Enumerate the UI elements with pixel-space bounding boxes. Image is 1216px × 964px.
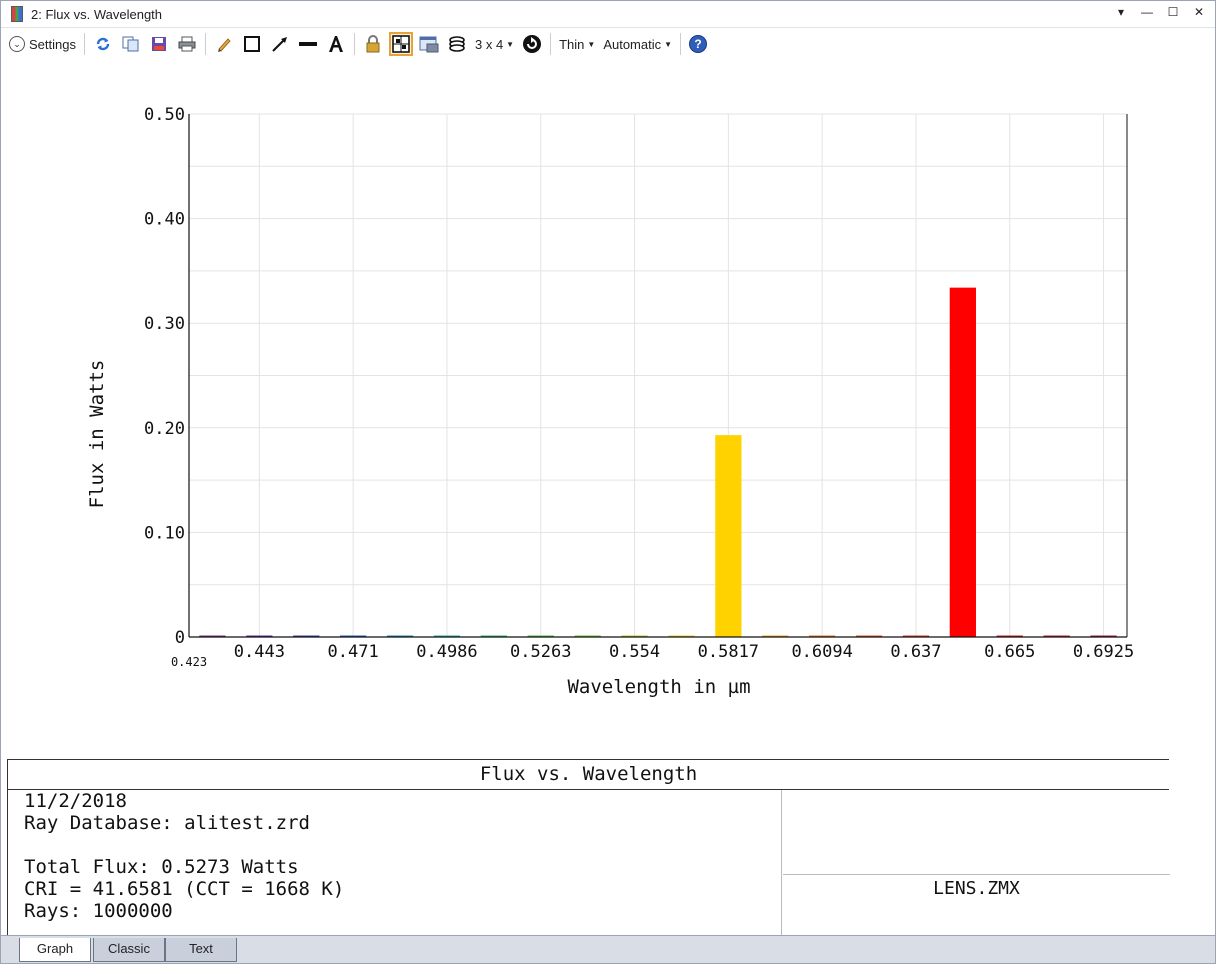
tab-text[interactable]: Text [165,938,237,962]
y-tick-labels: 0 0.10 0.20 0.30 0.40 0.50 [144,105,185,648]
info-right-blank [783,790,1170,875]
layout-dropdown[interactable]: 3 x 4 ▼ [471,32,518,56]
draw-line-button[interactable] [294,32,322,56]
info-panel: Flux vs. Wavelength 11/2/2018 Ray Databa… [7,759,1170,936]
x-tick-labels: 0.443 0.471 0.4986 0.5263 0.554 0.5817 0.6094 0… [171,642,1134,669]
draw-arrow-button[interactable] [266,32,294,56]
caret-down-icon: ▼ [587,39,596,49]
draw-text-button[interactable] [322,32,350,56]
x-tick-label: 0.554 [609,642,660,662]
maximize-icon[interactable]: ☐ [1165,5,1181,19]
y-tick-label: 0.30 [144,314,185,334]
info-details: 11/2/2018 Ray Database: alitest.zrd Tota… [8,790,782,936]
window-button[interactable] [415,32,443,56]
layers-icon [447,34,467,54]
rectangle-icon [242,34,262,54]
toolbar: ⌄ Settings 3 x 4 ▼ Thin ▼ Automatic ▼ ? [1,29,1215,59]
x-tick-label: 0.443 [234,642,285,662]
window-title: 2: Flux vs. Wavelength [31,6,163,22]
x-tick-label: 0.637 [890,642,941,662]
toolbar-divider [550,33,552,55]
settings-label: Settings [29,36,76,52]
x-tick-label: 0.6925 [1073,642,1134,662]
print-icon [177,34,197,54]
toolbar-divider [83,33,85,55]
grid-layout-button[interactable] [387,32,415,56]
refresh-icon [93,34,113,54]
title-bar: 2: Flux vs. Wavelength ▾ — ☐ ✕ [1,1,1215,28]
x-tick-label: 0.6094 [791,642,852,662]
x-tick-label: 0.665 [984,642,1035,662]
info-title: Flux vs. Wavelength [8,760,1169,790]
y-tick-label: 0.20 [144,419,185,439]
line-thickness-label: Thin [559,36,585,52]
caret-down-icon: ▼ [664,39,673,49]
y-axis-label: Flux in Watts [86,360,108,509]
scale-dropdown[interactable]: Automatic ▼ [599,32,676,56]
layout-label: 3 x 4 [474,36,504,52]
toolbar-divider [680,33,682,55]
window-icon [419,34,439,54]
window-controls: ▾ — ☐ ✕ [1113,5,1207,19]
x-start-label: 0.423 [171,655,207,669]
x-axis-label: Wavelength in µm [567,676,750,698]
chart-grid [189,113,1127,638]
pencil-icon [214,34,234,54]
rotate-icon [522,34,542,54]
scale-label: Automatic [603,36,662,52]
line-thickness-dropdown[interactable]: Thin ▼ [555,32,599,56]
x-tick-label: 0.4986 [416,642,477,662]
app-icon [11,6,23,22]
tab-graph[interactable]: Graph [19,938,91,962]
lock-button[interactable] [359,32,387,56]
y-tick-label: 0 [175,628,185,648]
save-icon [149,34,169,54]
info-date: 11/2/2018 [24,790,127,812]
chart-area: 0 0.10 0.20 0.30 0.40 0.50 0.443 0.471 0.4986 0.… [1,59,1215,759]
settings-button[interactable]: ⌄ Settings [5,32,80,56]
caret-down-icon: ▼ [506,39,515,49]
y-tick-label: 0.40 [144,210,185,230]
draw-rectangle-button[interactable] [238,32,266,56]
refresh-button[interactable] [89,32,117,56]
bar [949,287,976,637]
copy-button[interactable] [117,32,145,56]
x-tick-label: 0.5263 [510,642,571,662]
flux-chart: 00.100.200.300.400.50 0.443 0.471 0.4986 0.… [86,105,1134,698]
info-cri: CRI = 41.6581 (CCT = 1668 K) [24,878,345,900]
y-tick-label: 0.50 [144,105,185,125]
bar [715,435,742,637]
copy-icon [121,34,141,54]
text-icon [326,34,346,54]
tab-classic[interactable]: Classic [93,938,165,962]
y-tick-label: 0.10 [144,523,185,543]
menu-dropdown-icon[interactable]: ▾ [1113,5,1129,19]
info-file: LENS.ZMX [933,878,1020,899]
arrow-icon [270,34,290,54]
grid-icon [388,32,413,56]
close-icon[interactable]: ✕ [1191,5,1207,19]
help-icon: ? [689,35,708,53]
x-tick-label: 0.5817 [698,642,759,662]
line-icon [298,34,318,54]
lock-icon [363,34,383,54]
rotate-button[interactable] [518,32,546,56]
info-database: Ray Database: alitest.zrd [24,812,310,834]
layers-button[interactable] [443,32,471,56]
toolbar-divider [204,33,206,55]
x-tick-label: 0.471 [328,642,379,662]
print-button[interactable] [173,32,201,56]
draw-pencil-button[interactable] [210,32,238,56]
tab-bar: Graph Classic Text [1,935,1215,963]
info-rays: Rays: 1000000 [24,900,173,922]
save-button[interactable] [145,32,173,56]
toolbar-divider [353,33,355,55]
help-button[interactable]: ? [685,32,711,56]
info-total-flux: Total Flux: 0.5273 Watts [24,856,299,878]
minimize-icon[interactable]: — [1139,5,1155,19]
chevron-down-icon: ⌄ [9,36,25,52]
